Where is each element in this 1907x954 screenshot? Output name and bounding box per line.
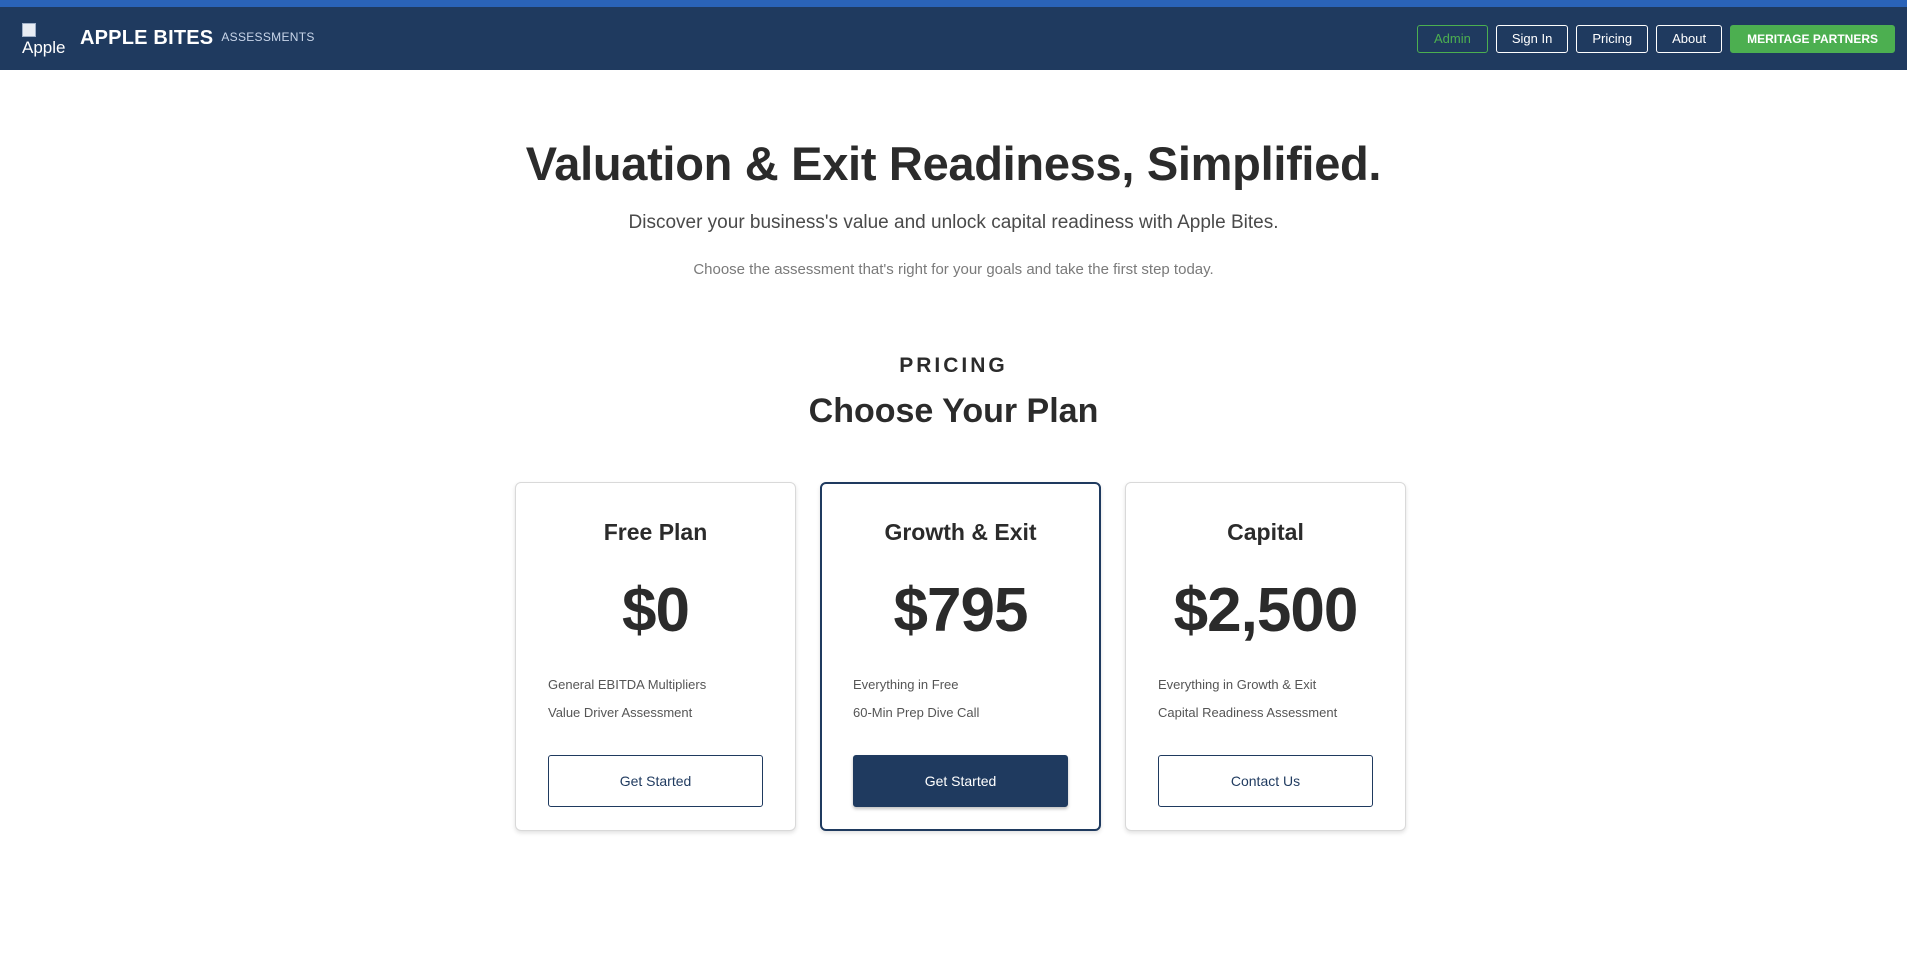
admin-button[interactable]: Admin	[1417, 24, 1488, 53]
hero-subtitle: Discover your business's value and unloc…	[628, 212, 1279, 233]
hero-tagline: Choose the assessment that's right for y…	[693, 261, 1214, 278]
sign-in-button[interactable]: Sign In	[1495, 24, 1569, 53]
plan-price: $2,500	[1173, 576, 1359, 645]
get-started-free-button[interactable]: Get Started	[548, 755, 763, 807]
contact-us-button[interactable]: Contact Us	[1158, 755, 1373, 807]
hero-title: Valuation & Exit Readiness, Simplified.	[525, 137, 1382, 190]
nav-actions: Admin Sign In Pricing About MERITAGE PAR…	[1417, 24, 1895, 53]
plan-price: $795	[893, 576, 1029, 645]
plan-card-growth-exit: Growth & Exit $795 Everything in Free 60…	[820, 482, 1101, 831]
plan-feature: Everything in Free	[853, 677, 959, 692]
top-accent-line	[0, 0, 1907, 7]
plan-name: Free Plan	[603, 519, 708, 545]
brand-subtitle: ASSESSMENTS	[221, 29, 315, 44]
plan-feature: Everything in Growth & Exit	[1158, 677, 1317, 692]
plan-features: Everything in Growth & Exit Capital Read…	[1158, 677, 1337, 733]
plan-name: Capital	[1227, 519, 1304, 545]
plan-card-capital: Capital $2,500 Everything in Growth & Ex…	[1125, 482, 1406, 831]
pricing-nav-button[interactable]: Pricing	[1576, 24, 1649, 53]
plan-feature: 60-Min Prep Dive Call	[853, 705, 980, 720]
hero-section: Valuation & Exit Readiness, Simplified. …	[0, 136, 1907, 278]
broken-image-icon	[22, 22, 36, 37]
top-navbar: Apple APPLE BITES ASSESSMENTS Admin Sign…	[0, 7, 1907, 70]
plan-price: $0	[622, 576, 690, 645]
logo-alt-text: Apple	[22, 37, 66, 57]
plan-name: Growth & Exit	[884, 519, 1037, 545]
plan-card-free: Free Plan $0 General EBITDA Multipliers …	[515, 482, 796, 831]
pricing-eyebrow: PRICING	[899, 354, 1008, 377]
plan-feature: General EBITDA Multipliers	[548, 677, 707, 692]
about-nav-button[interactable]: About	[1656, 24, 1723, 53]
plan-feature: Capital Readiness Assessment	[1158, 705, 1338, 720]
pricing-cards: Free Plan $0 General EBITDA Multipliers …	[515, 482, 1406, 831]
plan-feature: Value Driver Assessment	[548, 705, 693, 720]
plan-features: General EBITDA Multipliers Value Driver …	[548, 677, 706, 733]
plan-features: Everything in Free 60-Min Prep Dive Call	[853, 677, 979, 733]
logo-image[interactable]: Apple	[22, 21, 66, 57]
brand-name[interactable]: APPLE BITES	[80, 27, 213, 50]
meritage-partners-button[interactable]: MERITAGE PARTNERS	[1730, 24, 1895, 53]
pricing-heading: Choose Your Plan	[808, 392, 1099, 430]
pricing-header: PRICING Choose Your Plan	[0, 354, 1907, 431]
get-started-growth-button[interactable]: Get Started	[853, 755, 1068, 807]
